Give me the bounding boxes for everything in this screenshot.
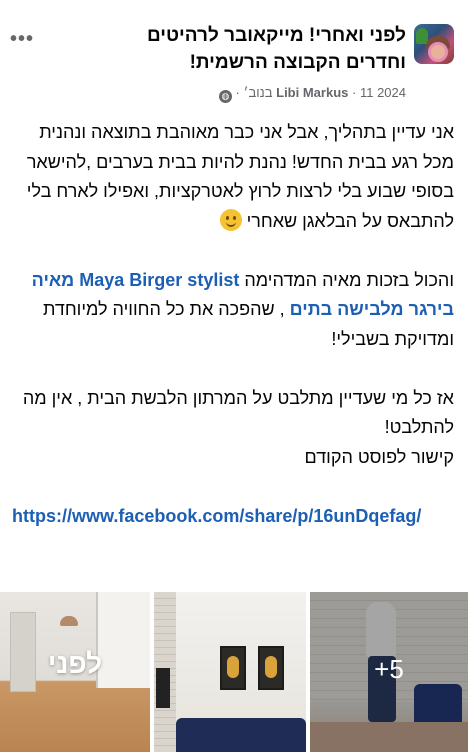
group-avatar[interactable] bbox=[414, 24, 454, 64]
photo-lamp-shape bbox=[60, 616, 78, 626]
meta-separator-2: · bbox=[235, 85, 240, 100]
group-title-line1[interactable]: לפני ואחרי! מייקאובר לרהיטים bbox=[66, 22, 406, 49]
facebook-post: לפני ואחרי! מייקאובר לרהיטים וחדרים הקבו… bbox=[0, 0, 468, 756]
avatar-face-shape bbox=[428, 42, 448, 62]
group-title-line2[interactable]: וחדרים הקבוצה הרשמית! bbox=[66, 49, 406, 76]
post-header: לפני ואחרי! מייקאובר לרהיטים וחדרים הקבו… bbox=[0, 22, 468, 110]
group-title[interactable]: לפני ואחרי! מייקאובר לרהיטים וחדרים הקבו… bbox=[66, 22, 406, 76]
photo-before-label: לפני bbox=[47, 648, 103, 679]
post-meta: Libi Markus · 11 2024 בנוב׳ · ◍ bbox=[218, 85, 406, 103]
post-paragraph-4: קישור לפוסט הקודם bbox=[304, 446, 454, 467]
photo-frame-left bbox=[220, 646, 246, 690]
photo-living-room[interactable] bbox=[154, 592, 306, 752]
more-options-icon[interactable]: ••• bbox=[10, 28, 34, 51]
photo-frame-right bbox=[258, 646, 284, 690]
globe-icon: ◍ bbox=[218, 90, 232, 103]
photo-grid: לפני +5 bbox=[0, 592, 468, 756]
smiley-emoji-icon bbox=[219, 208, 242, 231]
shared-post-link[interactable]: https://www.facebook.com/share/p/16unDqe… bbox=[12, 502, 454, 532]
meta-separator: · bbox=[352, 85, 357, 100]
more-photos-count: +5 bbox=[374, 654, 404, 684]
post-paragraph-1: אני עדיין בתהליך, אבל אני כבר מאוהבת בתו… bbox=[12, 118, 454, 236]
post-paragraph-3: אז כל מי שעדיין מתלבט על המרתון הלבשת הב… bbox=[22, 387, 454, 438]
photo-more[interactable]: +5 bbox=[310, 592, 468, 752]
post-paragraph-2: והכול בזכות מאיה המדהימה Maya Birger sty… bbox=[12, 266, 454, 355]
photo-sofa-shape bbox=[176, 718, 306, 752]
post-paragraph-2-prefix: והכול בזכות מאיה המדהימה bbox=[244, 269, 454, 290]
post-body: אני עדיין בתהליך, אבל אני כבר מאוהבת בתו… bbox=[12, 118, 454, 531]
photo-before[interactable]: לפני bbox=[0, 592, 150, 752]
photo-tv-shape bbox=[156, 668, 170, 708]
author-name[interactable]: Libi Markus bbox=[276, 85, 348, 100]
